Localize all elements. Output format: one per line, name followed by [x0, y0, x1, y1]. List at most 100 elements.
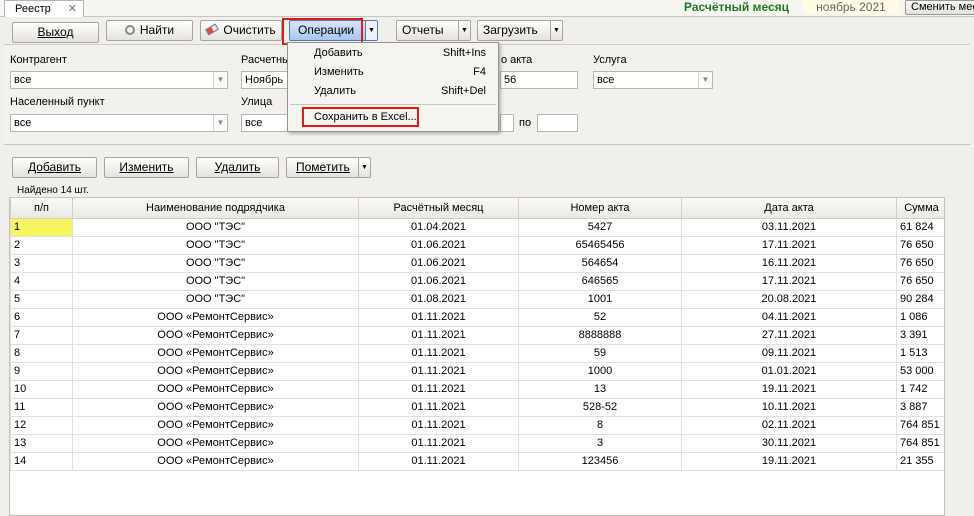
service-combo[interactable]: все ▼ — [593, 71, 713, 89]
table-cell[interactable]: 123456 — [518, 451, 682, 471]
table-row[interactable]: 4 ООО "ТЭС" 01.06.2021 646565 17.11.2021 76 6… — [10, 271, 944, 291]
table-row[interactable]: 8 ООО «РемонтСервис» 01.11.2021 59 09.11.202… — [10, 343, 944, 363]
table-row[interactable]: 12 ООО «РемонтСервис» 01.11.2021 8 02.11.202… — [10, 415, 944, 435]
table-cell[interactable]: 01.08.2021 — [358, 289, 519, 309]
table-cell[interactable]: 01.11.2021 — [358, 397, 519, 417]
table-cell[interactable]: 21 355 — [896, 451, 944, 471]
column-header[interactable]: Дата акта — [681, 198, 897, 219]
table-cell[interactable]: 1001 — [518, 289, 682, 309]
table-cell[interactable]: ООО "ТЭС" — [72, 289, 359, 309]
table-cell[interactable]: 1 513 — [896, 343, 944, 363]
table-row[interactable]: 14 ООО «РемонтСервис» 01.11.2021 123456 19.1… — [10, 451, 944, 471]
table-row[interactable]: 6 ООО «РемонтСервис» 01.11.2021 52 04.11.202… — [10, 307, 944, 327]
table-cell[interactable]: ООО «РемонтСервис» — [72, 451, 359, 471]
mark-dropdown-arrow-icon[interactable]: ▼ — [358, 158, 370, 177]
table-cell[interactable]: 09.11.2021 — [681, 343, 897, 363]
table-cell[interactable]: 01.11.2021 — [358, 343, 519, 363]
chevron-down-icon[interactable]: ▼ — [213, 115, 227, 131]
table-cell[interactable]: 01.11.2021 — [358, 451, 519, 471]
edit-button[interactable]: Изменить — [104, 157, 189, 178]
table-cell[interactable]: 8 — [10, 343, 73, 363]
reports-button[interactable]: Отчеты ▼ — [396, 20, 471, 41]
table-cell[interactable]: 20.08.2021 — [681, 289, 897, 309]
table-cell[interactable]: 52 — [518, 307, 682, 327]
table-cell[interactable]: 1 086 — [896, 307, 944, 327]
table-row[interactable]: 3 ООО "ТЭС" 01.06.2021 564654 16.11.2021 76 6… — [10, 253, 944, 273]
operations-dropdown-arrow-icon[interactable]: ▼ — [365, 21, 377, 40]
table-cell[interactable]: 01.01.2021 — [681, 361, 897, 381]
table-cell[interactable]: ООО "ТЭС" — [72, 271, 359, 291]
contractor-combo[interactable]: все ▼ — [10, 71, 228, 89]
table-cell[interactable]: 01.06.2021 — [358, 271, 519, 291]
table-cell[interactable]: 61 824 — [896, 217, 944, 237]
table-cell[interactable]: 10 — [10, 379, 73, 399]
reports-dropdown-arrow-icon[interactable]: ▼ — [458, 21, 470, 40]
table-cell[interactable]: 01.06.2021 — [358, 235, 519, 255]
mark-button[interactable]: Пометить ▼ — [286, 157, 371, 178]
range-to-input[interactable] — [537, 114, 578, 132]
table-cell[interactable]: 11 — [10, 397, 73, 417]
table-cell[interactable]: 5 — [10, 289, 73, 309]
table-cell[interactable]: 764 851 — [896, 415, 944, 435]
table-row[interactable]: 2 ООО "ТЭС" 01.06.2021 65465456 17.11.2021 76… — [10, 235, 944, 255]
clear-button[interactable]: Очистить — [200, 20, 282, 41]
table-cell[interactable]: 1000 — [518, 361, 682, 381]
column-header[interactable]: Номер акта — [518, 198, 682, 219]
table-cell[interactable]: 01.11.2021 — [358, 433, 519, 453]
table-cell[interactable]: ООО "ТЭС" — [72, 217, 359, 237]
table-row[interactable]: 5 ООО "ТЭС" 01.08.2021 1001 20.08.2021 90 284 — [10, 289, 944, 309]
table-cell[interactable]: 13 — [10, 433, 73, 453]
table-cell[interactable]: ООО "ТЭС" — [72, 253, 359, 273]
table-cell[interactable]: 19.11.2021 — [681, 451, 897, 471]
chevron-down-icon[interactable]: ▼ — [698, 72, 712, 88]
table-cell[interactable]: 03.11.2021 — [681, 217, 897, 237]
table-cell[interactable]: 19.11.2021 — [681, 379, 897, 399]
table-cell[interactable]: 01.11.2021 — [358, 325, 519, 345]
table-cell[interactable]: 76 650 — [896, 271, 944, 291]
table-cell[interactable]: 01.11.2021 — [358, 415, 519, 435]
table-cell[interactable]: 646565 — [518, 271, 682, 291]
tab-registry[interactable]: Реестр ✕ — [4, 0, 84, 17]
table-cell[interactable]: 764 851 — [896, 433, 944, 453]
table-cell[interactable]: 1 742 — [896, 379, 944, 399]
table-row[interactable]: 13 ООО «РемонтСервис» 01.11.2021 3 30.11.202… — [10, 433, 944, 453]
table-cell[interactable]: ООО "ТЭС" — [72, 235, 359, 255]
table-cell[interactable]: 27.11.2021 — [681, 325, 897, 345]
table-cell[interactable]: 4 — [10, 271, 73, 291]
menu-item-delete[interactable]: Удалить Shift+Del — [288, 82, 498, 101]
table-cell[interactable]: ООО «РемонтСервис» — [72, 361, 359, 381]
find-button[interactable]: Найти — [106, 20, 193, 41]
table-cell[interactable]: 90 284 — [896, 289, 944, 309]
table-cell[interactable]: 10.11.2021 — [681, 397, 897, 417]
table-cell[interactable]: 5427 — [518, 217, 682, 237]
table-cell[interactable]: 1 — [10, 217, 73, 237]
table-cell[interactable]: 01.11.2021 — [358, 379, 519, 399]
table-cell[interactable]: 59 — [518, 343, 682, 363]
table-cell[interactable]: 528-52 — [518, 397, 682, 417]
table-cell[interactable]: 76 650 — [896, 253, 944, 273]
table-cell[interactable]: 13 — [518, 379, 682, 399]
table-row[interactable]: 7 ООО «РемонтСервис» 01.11.2021 8888888 27.1… — [10, 325, 944, 345]
table-cell[interactable]: 3 — [10, 253, 73, 273]
menu-item-add[interactable]: Добавить Shift+Ins — [288, 44, 498, 63]
settlement-combo[interactable]: все ▼ — [10, 114, 228, 132]
close-icon[interactable]: ✕ — [68, 2, 77, 15]
table-row[interactable]: 11 ООО «РемонтСервис» 01.11.2021 528-52 10.1… — [10, 397, 944, 417]
calc-month-combo[interactable]: Ноябрь — [241, 71, 291, 89]
exit-button[interactable]: Выход — [12, 22, 99, 43]
act-number-input[interactable]: 56 — [500, 71, 578, 89]
table-cell[interactable]: 01.06.2021 — [358, 253, 519, 273]
table-cell[interactable]: 01.04.2021 — [358, 217, 519, 237]
table-cell[interactable]: 01.11.2021 — [358, 307, 519, 327]
table-cell[interactable]: ООО «РемонтСервис» — [72, 415, 359, 435]
table-cell[interactable]: 564654 — [518, 253, 682, 273]
table-cell[interactable]: 2 — [10, 235, 73, 255]
table-row[interactable]: 9 ООО «РемонтСервис» 01.11.2021 1000 01.01.2… — [10, 361, 944, 381]
table-cell[interactable]: ООО «РемонтСервис» — [72, 397, 359, 417]
table-cell[interactable]: ООО «РемонтСервис» — [72, 433, 359, 453]
table-cell[interactable]: ООО «РемонтСервис» — [72, 343, 359, 363]
table-cell[interactable]: 9 — [10, 361, 73, 381]
table-cell[interactable]: 12 — [10, 415, 73, 435]
change-month-button[interactable]: Сменить мес — [905, 0, 974, 15]
table-cell[interactable]: 30.11.2021 — [681, 433, 897, 453]
